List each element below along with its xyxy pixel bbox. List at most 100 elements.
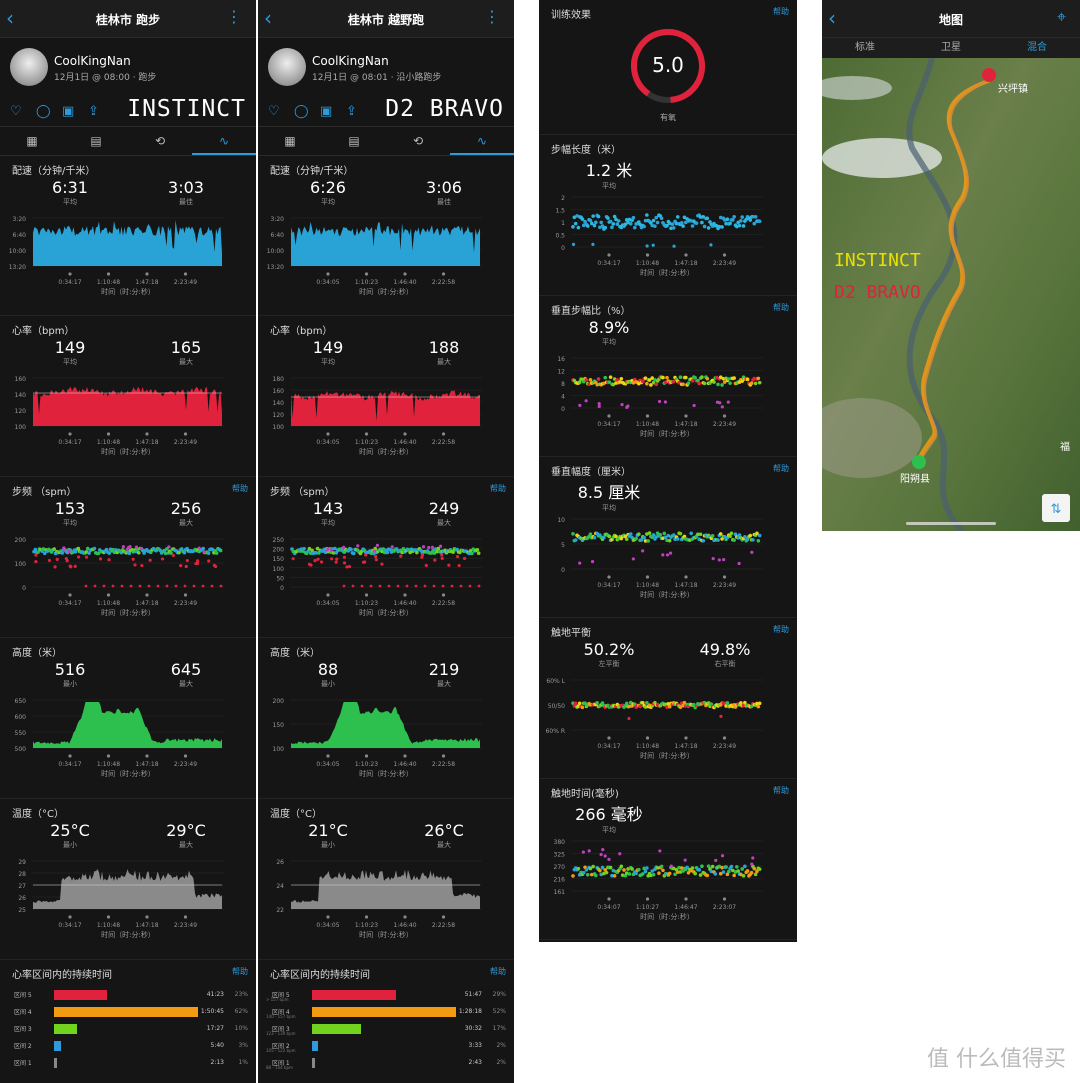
x-tick-dot xyxy=(364,272,369,276)
tab-overview-icon[interactable]: ▦ xyxy=(0,127,64,155)
tab-stats-icon[interactable]: ▤ xyxy=(322,127,386,155)
scatter-point xyxy=(316,557,320,561)
start-marker-icon[interactable] xyxy=(912,455,926,469)
x-tick-dot xyxy=(722,414,727,418)
scatter-point xyxy=(588,532,593,536)
tab-charts-icon[interactable]: ∿ xyxy=(192,127,256,155)
scatter-point xyxy=(468,584,472,588)
scatter-point xyxy=(643,869,648,874)
scatter-point xyxy=(627,872,632,876)
scatter-point xyxy=(700,220,704,225)
scatter-point xyxy=(599,220,603,225)
tab-overview-icon[interactable]: ▦ xyxy=(258,127,322,155)
scatter-point xyxy=(705,376,710,381)
comment-icon[interactable]: ◯ xyxy=(294,104,309,119)
x-tick-label: 2:22:58 xyxy=(432,439,455,446)
tab-laps-icon[interactable]: ⟲ xyxy=(128,127,192,155)
x-tick-dot xyxy=(722,897,727,901)
y-tick-label: 650 xyxy=(15,698,27,705)
zone-bar xyxy=(54,990,107,1000)
x-axis-label: 时间（时:分:秒） xyxy=(101,447,155,456)
x-tick-dot xyxy=(684,897,688,901)
scatter-point xyxy=(214,551,219,555)
activity-panel-instinct: ‹ 桂林市 跑步 ⋮ CoolKingNan 12月1日 @ 08:00 · 跑… xyxy=(0,0,256,1083)
help-link[interactable]: 帮助 xyxy=(773,624,789,635)
scatter-point xyxy=(651,872,656,877)
help-link[interactable]: 帮助 xyxy=(232,483,248,494)
x-tick-label: 1:46:40 xyxy=(393,600,416,607)
heart-icon[interactable]: ♡ xyxy=(268,104,282,119)
tab-stats-icon[interactable]: ▤ xyxy=(64,127,128,155)
help-link[interactable]: 帮助 xyxy=(773,785,789,796)
scatter-point xyxy=(477,584,481,588)
scatter-point xyxy=(139,546,143,551)
route-map[interactable]: INSTINCT D2 BRAVO 兴坪镇 阳朔县 福 ⇅ xyxy=(822,58,1080,531)
scatter-point xyxy=(440,553,444,557)
heart-icon[interactable]: ♡ xyxy=(10,104,24,119)
zone-range: 123 - 139 bpm xyxy=(266,1031,296,1036)
comment-icon[interactable]: ◯ xyxy=(36,104,51,119)
scatter-point xyxy=(387,584,391,588)
scatter-point xyxy=(732,214,736,219)
hr-zone-row: 区间 1 2:13 1% xyxy=(8,1056,248,1073)
scatter-point xyxy=(578,561,582,565)
x-tick-label: 0:34:17 xyxy=(597,260,620,267)
zone-time: 17:27 xyxy=(206,1025,224,1032)
scatter-point xyxy=(160,557,165,561)
scatter-point xyxy=(651,243,655,247)
tab-charts-icon[interactable]: ∿ xyxy=(450,127,514,155)
elevation-section: 高度（米） 88 最小 219 最大 200 150 100 0:34:05 1:10:23 1:4… xyxy=(258,638,514,799)
user-name: CoolKingNan xyxy=(54,54,131,68)
camera-icon[interactable]: ▣ xyxy=(320,104,334,119)
avatar[interactable] xyxy=(10,48,48,86)
help-link[interactable]: 帮助 xyxy=(490,483,506,494)
temperature-section: 温度（°C） 25°C 最小 29°C 最大 29 28 27 26 25 0:34:17 1:10:… xyxy=(0,799,256,960)
help-link[interactable]: 帮助 xyxy=(773,302,789,313)
scatter-point xyxy=(720,405,724,409)
y-tick-label: 13:20 xyxy=(267,264,284,271)
scatter-point xyxy=(698,532,703,537)
scatter-point xyxy=(93,584,97,588)
location-pin-icon[interactable]: ⌖ xyxy=(1057,9,1066,25)
more-icon[interactable]: ⋮ xyxy=(484,9,500,25)
tab-standard[interactable]: 标准 xyxy=(822,38,908,58)
x-tick-label: 2:23:49 xyxy=(174,600,197,607)
avatar[interactable] xyxy=(268,48,306,86)
share-icon[interactable]: ⇪ xyxy=(346,104,360,119)
help-link[interactable]: 帮助 xyxy=(773,463,789,474)
scatter-point xyxy=(616,219,621,223)
x-tick-label: 1:10:23 xyxy=(355,439,378,446)
ground-contact-time-title: 触地时间(毫秒) xyxy=(551,789,619,800)
scatter-point xyxy=(214,564,218,569)
pace-chart: 3:20 6:40 10:00 13:20 0:34:05 1:10:23 1:46:40 2… xyxy=(267,216,482,296)
temperature-stat-b: 29°C 最大 xyxy=(166,821,206,849)
scatter-point xyxy=(625,405,629,410)
share-icon[interactable]: ⇪ xyxy=(88,104,102,119)
tab-laps-icon[interactable]: ⟲ xyxy=(386,127,450,155)
x-tick-dot xyxy=(145,754,149,758)
tab-satellite[interactable]: 卫星 xyxy=(908,38,994,58)
scatter-point xyxy=(595,700,599,705)
zone-label: 区间 1 xyxy=(14,1060,32,1067)
scatter-point xyxy=(645,381,649,386)
scatter-point xyxy=(658,849,662,853)
scatter-point xyxy=(606,216,610,220)
help-link[interactable]: 帮助 xyxy=(490,966,506,977)
zone-range: 105 - 122 bpm xyxy=(266,1048,296,1053)
scatter-point xyxy=(657,399,662,404)
scatter-point xyxy=(577,701,582,706)
help-link[interactable]: 帮助 xyxy=(773,6,789,17)
elevation-chart: 650 600 550 500 0:34:17 1:10:48 1:47:18 2:23:49… xyxy=(15,698,224,778)
end-marker-icon[interactable] xyxy=(982,68,996,82)
scatter-point xyxy=(690,378,695,383)
more-icon[interactable]: ⋮ xyxy=(226,9,242,25)
scatter-point xyxy=(581,850,585,854)
help-link[interactable]: 帮助 xyxy=(232,966,248,977)
camera-icon[interactable]: ▣ xyxy=(62,104,76,119)
area-series xyxy=(33,220,222,266)
scatter-point xyxy=(147,584,151,588)
scatter-point xyxy=(307,562,312,566)
tab-hybrid[interactable]: 混合 xyxy=(994,38,1080,58)
scatter-point xyxy=(679,221,684,225)
x-tick-label: 2:22:58 xyxy=(432,279,455,286)
